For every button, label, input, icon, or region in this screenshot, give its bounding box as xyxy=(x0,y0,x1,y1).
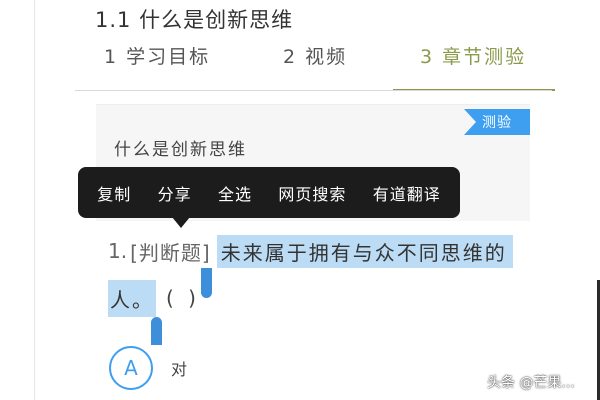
text-selection-context-menu: 复制 分享 全选 网页搜索 有道翻译 xyxy=(78,167,460,218)
selection-start-handle[interactable] xyxy=(151,317,162,345)
menu-item-web-search[interactable]: 网页搜索 xyxy=(278,181,346,205)
question-line-1: 1. [判断题] 未来属于拥有与众不同思维的 xyxy=(108,234,513,268)
menu-item-copy[interactable]: 复制 xyxy=(97,181,131,205)
quiz-badge: 测验 xyxy=(464,109,530,135)
context-menu-pointer xyxy=(172,217,190,228)
selection-end-handle[interactable] xyxy=(201,268,212,298)
tab-learning-goals[interactable]: 1 学习目标 xyxy=(104,42,210,72)
menu-item-share[interactable]: 分享 xyxy=(158,181,192,205)
tabs-divider xyxy=(75,90,552,91)
option-a-label: 对 xyxy=(171,360,188,379)
tab-chapter-quiz[interactable]: 3 章节测验 xyxy=(420,42,526,72)
selected-text-part-1[interactable]: 未来属于拥有与众不同思维的 xyxy=(216,234,513,268)
question-number: 1. xyxy=(108,239,128,263)
answer-blank: ( ) xyxy=(166,286,200,310)
quiz-title: 什么是创新思维 xyxy=(114,140,247,160)
selected-text-part-2[interactable]: 人。 xyxy=(108,279,156,317)
tab-bar: 1 学习目标 2 视频 3 章节测验 xyxy=(0,0,600,92)
menu-item-translate[interactable]: 有道翻译 xyxy=(373,181,441,205)
question-line-2: 人。 ( ) xyxy=(108,279,200,317)
tab-video[interactable]: 2 视频 xyxy=(283,42,347,72)
watermark: 头条 @芒果... xyxy=(487,375,575,391)
menu-item-select-all[interactable]: 全选 xyxy=(218,181,252,205)
question-type: [判断题] xyxy=(130,240,211,265)
option-a[interactable]: A 对 xyxy=(109,346,187,390)
option-a-radio[interactable]: A xyxy=(109,346,153,390)
